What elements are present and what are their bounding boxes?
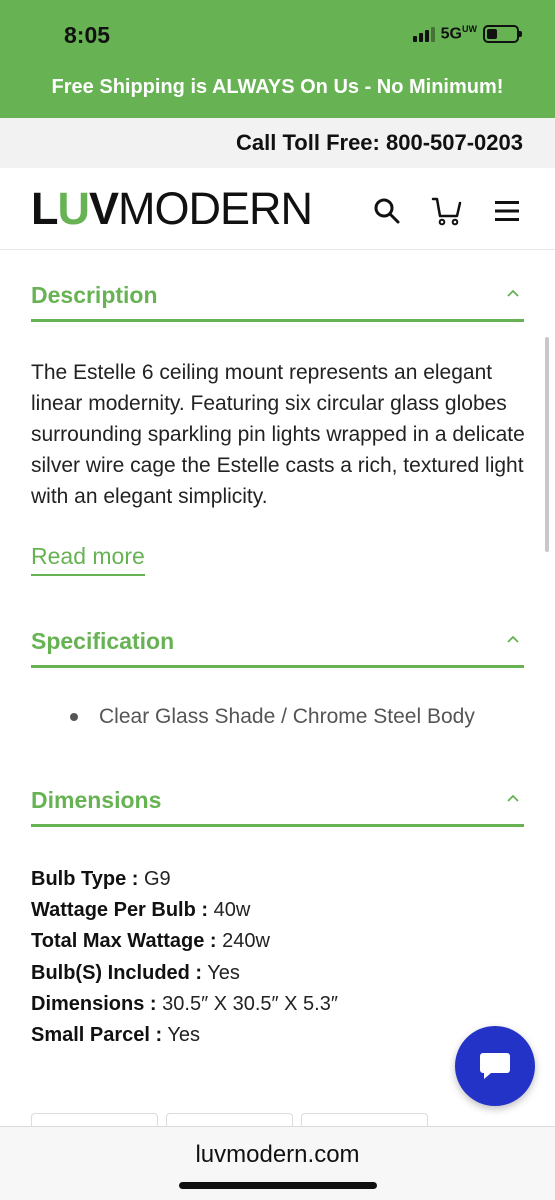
bullet-icon (70, 713, 78, 721)
dim-value: 240w (222, 930, 270, 953)
network-label: 5GUW (440, 24, 477, 43)
chat-button[interactable] (455, 1026, 535, 1106)
dimensions-list: Bulb Type : G9 Wattage Per Bulb : 40w To… (31, 864, 338, 1051)
site-header: LUVMODERN (0, 168, 555, 250)
page-scrollbar[interactable] (545, 337, 549, 552)
description-body: The Estelle 6 ceiling mount represents a… (31, 361, 525, 508)
description-header[interactable]: Description (31, 264, 524, 322)
list-item: Wattage Per Bulb : 40w (31, 895, 338, 926)
chevron-up-icon (507, 289, 519, 297)
top-banner-area: 8:05 5GUW Free Shipping is ALWAYS On Us … (0, 0, 555, 118)
read-more-link[interactable]: Read more (31, 543, 145, 576)
toll-free-phone[interactable]: Call Toll Free: 800-507-0203 (236, 130, 523, 156)
dimensions-title: Dimensions (31, 787, 162, 813)
dim-value: Yes (207, 961, 240, 984)
dim-value: G9 (143, 868, 171, 890)
signal-icon (412, 26, 435, 42)
search-icon[interactable] (371, 195, 403, 227)
browser-address-bar: luvmodern.com (0, 1126, 555, 1200)
dim-value: 30.5″ X 30.5″ X 5.3″ (162, 992, 338, 1015)
list-item: Clear Glass Shade / Chrome Steel Body (70, 705, 475, 729)
chevron-up-icon (507, 635, 519, 643)
toll-free-bar: Call Toll Free: 800-507-0203 (0, 118, 555, 168)
status-time: 8:05 (64, 22, 111, 48)
promo-banner[interactable]: Free Shipping is ALWAYS On Us - No Minim… (0, 76, 555, 99)
dim-key: Bulb(S) Included : (31, 961, 203, 984)
dim-key: Total Max Wattage : (31, 930, 217, 953)
status-icons: 5GUW (412, 24, 522, 43)
dim-value: 40w (213, 899, 251, 922)
list-item: Total Max Wattage : 240w (31, 926, 338, 957)
description-title: Description (31, 282, 158, 308)
list-item: Bulb(S) Included : Yes (31, 958, 338, 989)
dim-key: Bulb Type : (31, 868, 139, 890)
spec-item-text: Clear Glass Shade / Chrome Steel Body (99, 705, 475, 728)
dim-key: Wattage Per Bulb : (31, 899, 209, 922)
chevron-up-icon (507, 794, 519, 802)
home-indicator[interactable] (179, 1182, 377, 1189)
list-item: Bulb Type : G9 (31, 864, 338, 895)
site-logo[interactable]: LUVMODERN (31, 185, 313, 233)
dimensions-header[interactable]: Dimensions (31, 769, 524, 827)
address-url[interactable]: luvmodern.com (0, 1141, 555, 1169)
specification-title: Specification (31, 628, 175, 654)
dim-key: Small Parcel : (31, 1024, 163, 1047)
chat-bubble-icon (480, 1053, 510, 1079)
menu-icon[interactable] (491, 195, 523, 227)
specification-header[interactable]: Specification (31, 610, 524, 668)
dim-key: Dimensions : (31, 992, 157, 1015)
dim-value: Yes (167, 1024, 201, 1047)
list-item: Dimensions : 30.5″ X 30.5″ X 5.3″ (31, 989, 338, 1020)
cart-icon[interactable] (431, 195, 463, 227)
battery-icon (483, 24, 522, 43)
list-item: Small Parcel : Yes (31, 1020, 338, 1051)
